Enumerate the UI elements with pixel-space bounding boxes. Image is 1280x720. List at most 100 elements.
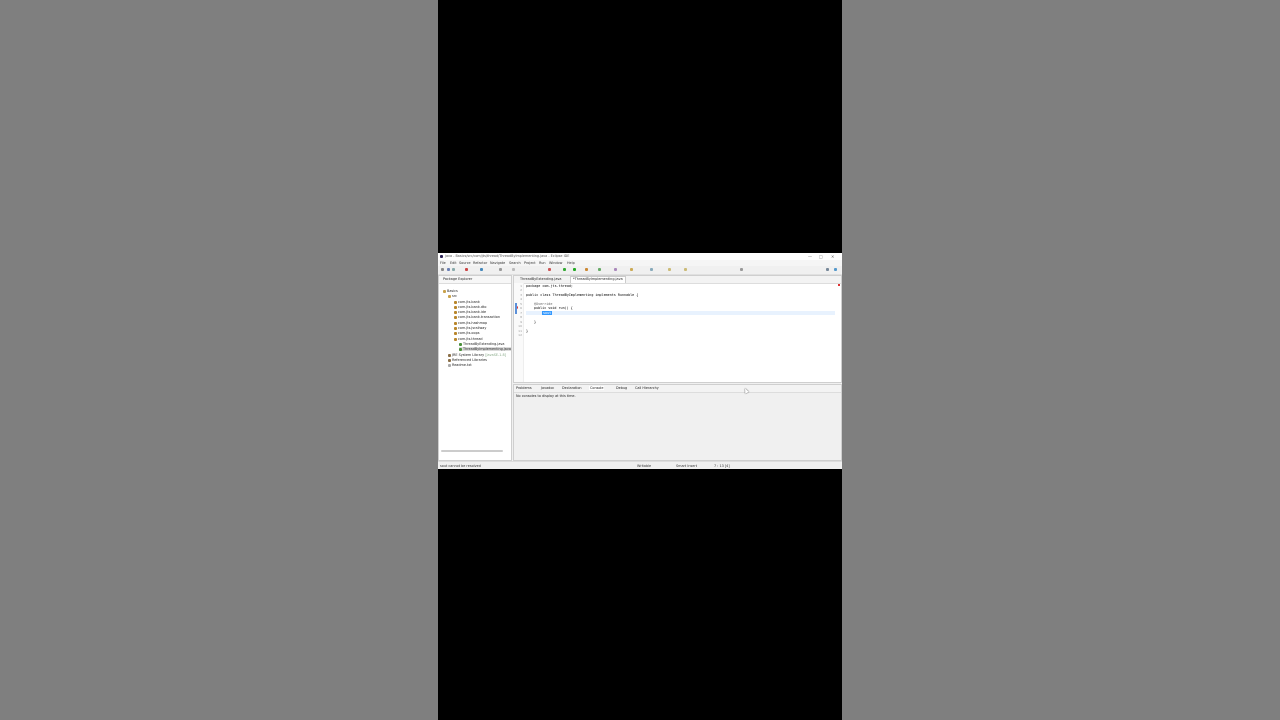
package-icon <box>454 331 457 335</box>
code-line-9[interactable]: } <box>534 320 536 324</box>
line-number: 12 <box>518 333 522 337</box>
tree-file-selected[interactable]: ThreadByImplementing.java <box>459 347 511 351</box>
run-icon[interactable] <box>573 268 576 271</box>
code-line-1[interactable]: package com.jts.thread; <box>526 284 573 288</box>
top-black-bar <box>438 0 842 253</box>
tab-console[interactable]: Console <box>589 386 605 390</box>
package-explorer: Package Explorer Basics src com.jts.bank… <box>438 275 512 461</box>
line-number: 8 <box>520 315 522 319</box>
perspective-icon[interactable] <box>826 268 829 271</box>
tab-thread-by-extending[interactable]: ThreadByExtending.java <box>518 277 563 281</box>
open-type-icon[interactable] <box>614 268 617 271</box>
build-icon[interactable] <box>480 268 483 271</box>
change-marker <box>515 303 517 314</box>
package-icon <box>454 326 457 330</box>
tree-package[interactable]: com.jts.bank <box>454 300 480 304</box>
libs-label: Referenced Libraries <box>452 358 487 362</box>
new-icon[interactable] <box>441 268 444 271</box>
tree-package[interactable]: com.jts.oops <box>454 331 480 335</box>
tab-javadoc[interactable]: Javadoc <box>541 386 554 390</box>
annotation-icon[interactable] <box>650 268 653 271</box>
line-number: 10 <box>518 324 522 328</box>
tree-jre[interactable]: JRE System Library [JavaSE-1.8] <box>448 353 506 357</box>
code-line-3[interactable]: public class ThreadByImplementing implem… <box>526 293 638 297</box>
eclipse-logo-icon <box>440 255 443 258</box>
horizontal-scrollbar[interactable] <box>441 450 503 452</box>
search-toolbar-icon[interactable] <box>740 268 743 271</box>
tree-project[interactable]: Basics <box>443 289 458 293</box>
tab-call-hierarchy[interactable]: Call Hierarchy <box>635 386 659 390</box>
tree-package[interactable]: com.jts.bank.dto <box>454 305 486 309</box>
java-perspective-icon[interactable] <box>834 268 837 271</box>
tree-package[interactable]: com.jts.jsrailway <box>454 326 486 330</box>
tree-src[interactable]: src <box>448 294 457 298</box>
tree-package[interactable]: com.jts.bank.ide <box>454 310 486 314</box>
package-label: com.jts.bank.transaction <box>458 315 501 319</box>
tree-libs[interactable]: Referenced Libraries <box>448 358 487 362</box>
java-file-icon <box>459 347 462 351</box>
back-icon[interactable] <box>668 268 671 271</box>
minimize-button[interactable]: — <box>808 254 812 259</box>
tab-problems[interactable]: Problems <box>516 386 532 390</box>
menu-edit[interactable]: Edit <box>450 261 457 265</box>
line-gutter: 1 2 3 4 5 6 7 8 9 10 11 12 <box>514 283 524 382</box>
eclipse-window: java - Basics/src/com/jts/thread/ThreadB… <box>438 253 842 469</box>
readme-label: Readme.txt <box>452 363 472 367</box>
tree-project-label: Basics <box>447 289 458 293</box>
menu-run[interactable]: Run <box>539 261 546 265</box>
maximize-button[interactable]: □ <box>819 254 823 259</box>
tree-readme[interactable]: Readme.txt <box>448 363 472 367</box>
menu-window[interactable]: Window <box>549 261 562 265</box>
overview-error-marker[interactable] <box>838 284 840 286</box>
package-label: com.jts.hashmap <box>458 321 488 325</box>
library-icon <box>448 353 451 357</box>
package-icon <box>454 310 457 314</box>
jre-label: JRE System Library <box>452 353 485 357</box>
toggle-breakpoint-icon[interactable] <box>499 268 502 271</box>
tab-thread-by-implementing[interactable]: *ThreadByImplementing.java <box>570 276 626 283</box>
new-class-icon[interactable] <box>598 268 601 271</box>
tab-declaration[interactable]: Declaration <box>562 386 582 390</box>
forward-icon[interactable] <box>684 268 687 271</box>
package-label: com.jts.bank.ide <box>458 310 487 314</box>
window-title: java - Basics/src/com/jts/thread/ThreadB… <box>445 254 570 258</box>
current-line-highlight <box>526 311 835 315</box>
editor-tabs: ThreadByExtending.java *ThreadByImplemen… <box>514 276 841 284</box>
status-insert-mode: Smart Insert <box>676 464 698 468</box>
menu-search[interactable]: Search <box>509 261 521 265</box>
menu-refactor[interactable]: Refactor <box>473 261 487 265</box>
tree-package[interactable]: com.jts.thread <box>454 337 483 341</box>
debug-icon[interactable] <box>563 268 566 271</box>
menu-help[interactable]: Help <box>567 261 575 265</box>
tree-package[interactable]: com.jts.bank.transaction <box>454 315 500 319</box>
project-icon <box>443 289 446 293</box>
package-icon <box>454 300 457 304</box>
package-icon <box>454 305 457 309</box>
stop-icon[interactable] <box>465 268 468 271</box>
menu-project[interactable]: Project <box>524 261 536 265</box>
code-line-6[interactable]: public void run() { <box>534 306 573 310</box>
status-bar: sout cannot be resolved Writable Smart I… <box>438 461 842 469</box>
code-line-11[interactable]: } <box>526 329 528 333</box>
line-number: 4 <box>520 297 522 301</box>
menu-navigate[interactable]: Navigate <box>490 261 505 265</box>
menu-file[interactable]: File <box>440 261 446 265</box>
code-line-7-selection[interactable]: sout <box>542 311 553 315</box>
package-explorer-title[interactable]: Package Explorer <box>443 277 472 281</box>
tab-debug[interactable]: Debug <box>616 386 627 390</box>
code-editor: ThreadByExtending.java *ThreadByImplemen… <box>513 275 842 383</box>
text-file-icon <box>448 363 451 367</box>
skip-icon[interactable] <box>512 268 515 271</box>
tree-file[interactable]: ThreadByExtending.java <box>459 342 504 346</box>
package-icon <box>454 337 457 341</box>
save-icon[interactable] <box>447 268 450 271</box>
search-icon[interactable] <box>630 268 633 271</box>
menu-source[interactable]: Source <box>459 261 471 265</box>
tree-package[interactable]: com.jts.hashmap <box>454 321 487 325</box>
close-button[interactable]: ✕ <box>831 254 834 259</box>
terminate-icon[interactable] <box>548 268 551 271</box>
external-tools-icon[interactable] <box>585 268 588 271</box>
status-position: 7 : 13 [4] <box>714 464 730 468</box>
save-all-icon[interactable] <box>452 268 455 271</box>
title-bar: java - Basics/src/com/jts/thread/ThreadB… <box>438 253 842 260</box>
